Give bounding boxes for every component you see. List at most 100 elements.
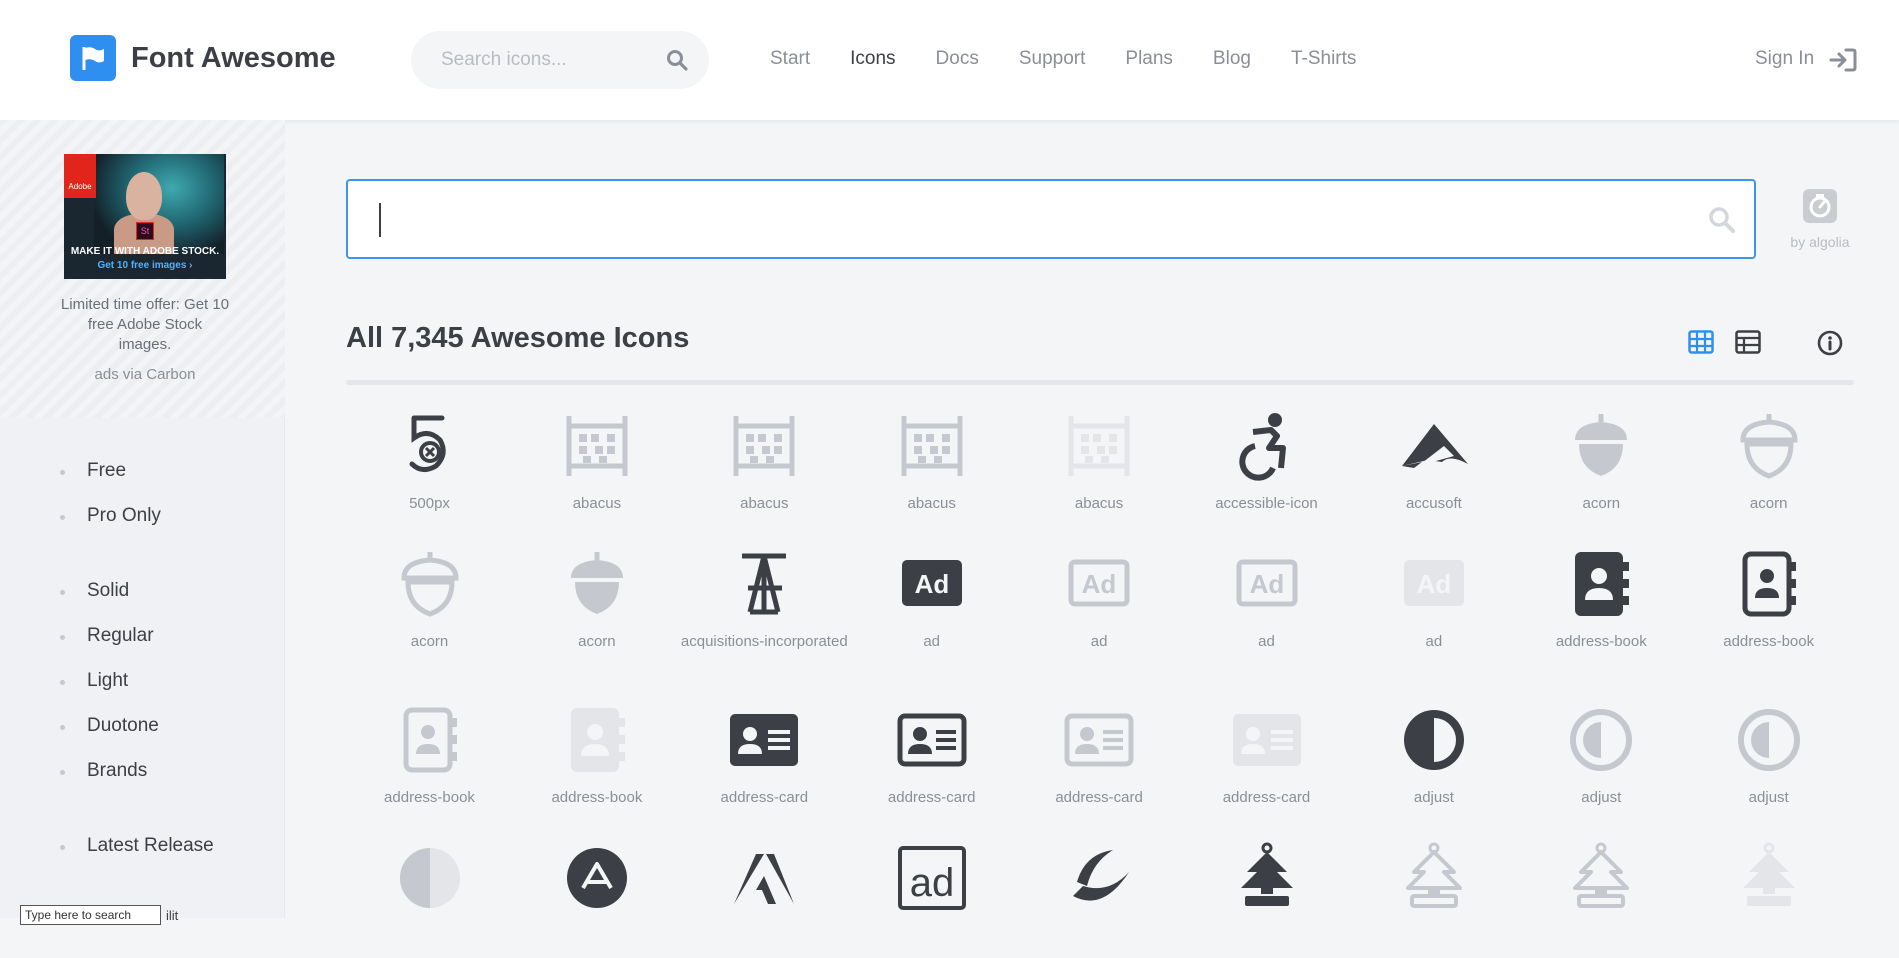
sign-in-icon[interactable] (1829, 48, 1857, 77)
header-search-input[interactable] (441, 31, 661, 89)
bullet-dot-icon (60, 725, 65, 730)
carbon-ad: Adobe St MAKE IT WITH ADOBE STOCK. Get 1… (0, 120, 285, 418)
svg-text:Ad: Ad (914, 569, 949, 599)
icon-tile[interactable]: adjust (1350, 690, 1517, 820)
icon-tile[interactable]: adjust (1518, 690, 1685, 820)
ad-caption: MAKE IT WITH ADOBE STOCK. (70, 246, 220, 257)
accusoft-icon (1398, 410, 1470, 482)
icon-name: adjust (1748, 789, 1789, 806)
icon-name: ad (1425, 633, 1443, 650)
icon-tile[interactable]: acorn (513, 534, 680, 664)
ad-image[interactable]: Adobe St MAKE IT WITH ADOBE STOCK. Get 1… (64, 154, 226, 279)
icon-tile[interactable] (1183, 828, 1350, 958)
adobe-stock-icon: St (136, 222, 154, 240)
icon-tile[interactable]: address-book (513, 690, 680, 820)
sign-in-link[interactable]: Sign In (1755, 48, 1814, 70)
acorn-outline-icon (1733, 410, 1805, 482)
algolia-badge[interactable]: by algolia (1785, 185, 1855, 250)
icon-name: acquisitions-incorporated (680, 633, 848, 650)
icon-tile[interactable]: address-book (346, 690, 513, 820)
filter-label: Brands (87, 760, 148, 781)
nav-plans[interactable]: Plans (1125, 48, 1173, 70)
icon-tile[interactable]: Ad ad (848, 534, 1015, 664)
info-icon[interactable] (1817, 330, 1843, 361)
logo-text[interactable]: Font Awesome (131, 42, 336, 75)
abacus-icon (561, 410, 633, 482)
acquisitions-icon (728, 548, 800, 620)
air-freshener-icon (1231, 842, 1303, 914)
icon-search-box[interactable] (346, 179, 1756, 259)
icon-name: ad (1090, 633, 1108, 650)
icon-name: acorn (410, 633, 449, 650)
icon-tile[interactable]: accusoft (1350, 396, 1517, 526)
icon-tile[interactable]: acorn (1685, 396, 1852, 526)
icon-tile[interactable] (1016, 828, 1183, 958)
acorn-outline-icon (394, 548, 466, 620)
nav-docs[interactable]: Docs (936, 48, 979, 70)
icon-tile[interactable] (346, 828, 513, 958)
icon-tile[interactable] (1685, 828, 1852, 958)
svg-text:ad: ad (909, 861, 954, 905)
ad-cta[interactable]: Get 10 free images › (64, 260, 226, 271)
bullet-dot-icon (60, 770, 65, 775)
icon-tile[interactable]: address-book (1518, 534, 1685, 664)
icon-tile[interactable]: Ad ad (1350, 534, 1517, 664)
filter-label: Duotone (87, 715, 159, 736)
icon-tile[interactable]: abacus (1016, 396, 1183, 526)
icon-tile[interactable]: abacus (513, 396, 680, 526)
nav-icons[interactable]: Icons (850, 48, 895, 70)
ad-text[interactable]: Limited time offer: Get 10 free Adobe St… (60, 295, 230, 355)
icon-tile[interactable]: accessible-icon (1183, 396, 1350, 526)
icon-tile[interactable]: abacus (848, 396, 1015, 526)
nav-blog[interactable]: Blog (1213, 48, 1251, 70)
icon-tile[interactable]: ad (848, 828, 1015, 958)
icon-tile[interactable] (1350, 828, 1517, 958)
adobe-icon (728, 842, 800, 914)
nav-support[interactable]: Support (1019, 48, 1086, 70)
air-freshener-outline-icon (1398, 842, 1470, 914)
address-card-solid-icon (1231, 704, 1303, 776)
adjust-outline-icon (1733, 704, 1805, 776)
search-icon[interactable] (666, 49, 688, 76)
nav-start[interactable]: Start (770, 48, 810, 70)
icon-tile[interactable]: acorn (346, 534, 513, 664)
icon-tile[interactable]: address-card (681, 690, 848, 820)
icon-tile[interactable] (681, 828, 848, 958)
ad-via-carbon[interactable]: ads via Carbon (60, 366, 230, 383)
header-search[interactable] (411, 31, 709, 89)
abacus-icon (728, 410, 800, 482)
adjust-outline-icon (1565, 704, 1637, 776)
grid-view-icon[interactable] (1688, 330, 1714, 359)
nav-t-shirts[interactable]: T-Shirts (1291, 48, 1356, 70)
font-awesome-flag-icon[interactable] (70, 35, 116, 81)
filter-label: Pro Only (87, 505, 161, 526)
icon-tile[interactable]: address-book (1685, 534, 1852, 664)
icon-tile[interactable]: adjust (1685, 690, 1852, 820)
bullet-dot-icon (60, 635, 65, 640)
sidebar: Adobe St MAKE IT WITH ADOBE STOCK. Get 1… (0, 120, 285, 918)
search-icon[interactable] (1708, 206, 1736, 239)
icon-tile[interactable] (513, 828, 680, 958)
adn-icon (561, 842, 633, 914)
icon-name: address-book (1555, 633, 1647, 650)
search-hint-tooltip: Type here to search (20, 905, 161, 925)
icon-name: address-card (1222, 789, 1311, 806)
icon-tile[interactable]: address-card (1016, 690, 1183, 820)
truncated-sidebar-text: ilit (166, 908, 179, 923)
icon-tile[interactable]: address-card (1183, 690, 1350, 820)
icon-tile[interactable]: abacus (681, 396, 848, 526)
icon-tile[interactable]: Ad ad (1183, 534, 1350, 664)
adjust-icon (1398, 704, 1470, 776)
icon-name: ad (923, 633, 941, 650)
table-view-icon[interactable] (1735, 330, 1761, 359)
algolia-label: by algolia (1790, 234, 1850, 250)
icon-tile[interactable]: acquisitions-incorporated (681, 534, 848, 664)
icon-tile[interactable]: acorn (1518, 396, 1685, 526)
bullet-dot-icon (60, 590, 65, 595)
bullet-dot-icon (60, 515, 65, 520)
icon-tile[interactable]: 500px (346, 396, 513, 526)
icon-tile[interactable]: Ad ad (1016, 534, 1183, 664)
text-caret (379, 203, 381, 237)
icon-tile[interactable]: address-card (848, 690, 1015, 820)
icon-tile[interactable] (1518, 828, 1685, 958)
